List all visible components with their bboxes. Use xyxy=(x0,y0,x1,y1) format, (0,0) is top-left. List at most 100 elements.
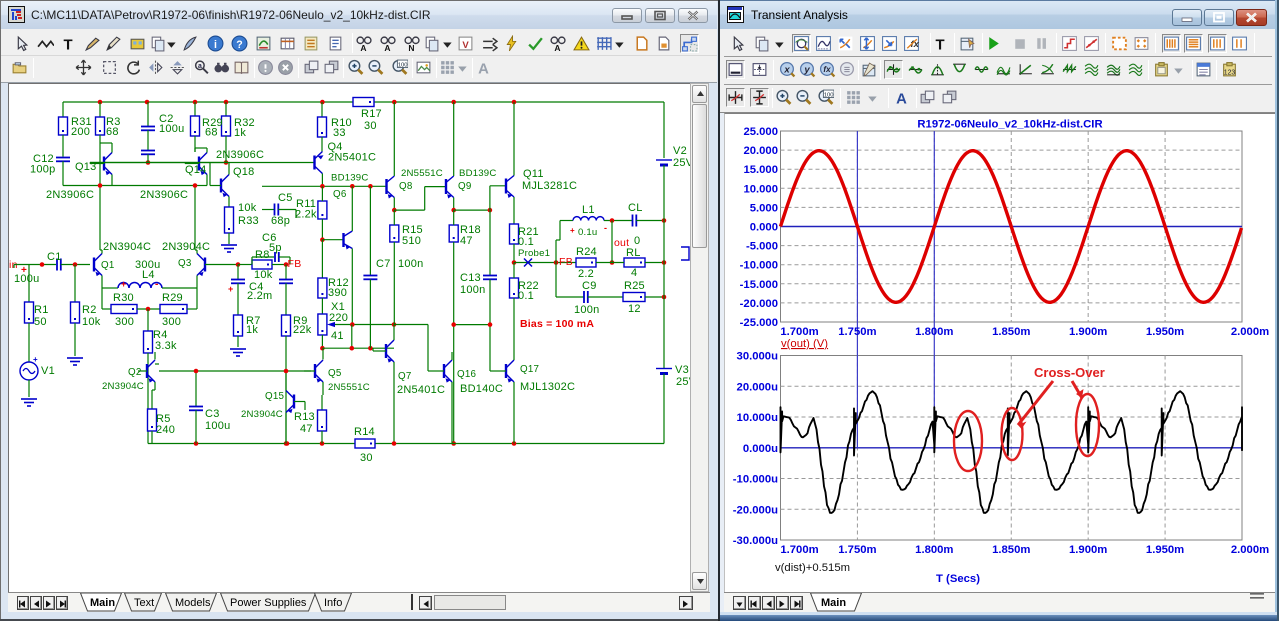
svg-text:30: 30 xyxy=(360,452,373,464)
svg-text:-5.000: -5.000 xyxy=(746,241,778,253)
svg-text:200: 200 xyxy=(71,126,90,138)
svg-text:1.950m: 1.950m xyxy=(1146,326,1184,338)
svg-text:Q18: Q18 xyxy=(233,166,255,178)
svg-text:R17: R17 xyxy=(361,108,382,120)
svg-text:47: 47 xyxy=(460,235,473,247)
svg-text:50: 50 xyxy=(34,316,47,328)
svg-text:1.900m: 1.900m xyxy=(1069,544,1107,556)
svg-text:-30.000u: -30.000u xyxy=(733,535,778,547)
svg-text:1.800m: 1.800m xyxy=(915,544,953,556)
svg-text:2N3906C: 2N3906C xyxy=(140,189,188,201)
svg-text:100u: 100u xyxy=(205,420,230,432)
svg-text:33: 33 xyxy=(333,127,346,139)
svg-text:2N5551C: 2N5551C xyxy=(401,168,443,179)
svg-text:R8: R8 xyxy=(255,249,270,261)
svg-text:2N3904C: 2N3904C xyxy=(102,381,144,392)
svg-text:240: 240 xyxy=(156,424,175,436)
svg-text:Q6: Q6 xyxy=(333,189,347,200)
svg-text:510: 510 xyxy=(402,235,421,247)
svg-text:2.000m: 2.000m xyxy=(1231,326,1269,338)
svg-text:2.000m: 2.000m xyxy=(1231,544,1269,556)
svg-text:1.750m: 1.750m xyxy=(838,544,876,556)
svg-text:390: 390 xyxy=(328,287,347,299)
svg-text:-10.000u: -10.000u xyxy=(733,474,778,486)
svg-text:10k: 10k xyxy=(82,316,101,328)
svg-text:0.1: 0.1 xyxy=(518,290,534,302)
svg-text:30: 30 xyxy=(364,120,377,132)
svg-text:1.700m: 1.700m xyxy=(780,544,818,556)
svg-text:10.000u: 10.000u xyxy=(737,412,779,424)
svg-text:100p: 100p xyxy=(30,164,55,176)
svg-text:C9: C9 xyxy=(582,280,597,292)
svg-text:68: 68 xyxy=(205,127,218,139)
svg-text:10k: 10k xyxy=(238,202,257,214)
svg-text:1.700m: 1.700m xyxy=(780,326,818,338)
svg-text:300: 300 xyxy=(115,316,134,328)
svg-text:5.000: 5.000 xyxy=(750,202,778,214)
svg-text:MJL1302C: MJL1302C xyxy=(520,381,575,393)
svg-text:R1: R1 xyxy=(34,304,49,316)
svg-text:100u: 100u xyxy=(14,273,39,285)
svg-text:-20.000: -20.000 xyxy=(740,298,778,310)
svg-text:2.2: 2.2 xyxy=(578,268,594,280)
svg-text:R25: R25 xyxy=(624,280,645,292)
svg-text:T (Secs): T (Secs) xyxy=(936,573,980,585)
svg-text:Cross-Over: Cross-Over xyxy=(1034,365,1105,380)
svg-text:-25.000: -25.000 xyxy=(740,317,778,329)
svg-text:+: + xyxy=(121,279,126,289)
svg-text:R13: R13 xyxy=(294,411,315,423)
svg-text:-10.000: -10.000 xyxy=(740,260,778,272)
svg-text:220: 220 xyxy=(329,312,348,324)
svg-text:12: 12 xyxy=(628,303,641,315)
svg-text:R24: R24 xyxy=(576,246,597,258)
svg-text:2N5401C: 2N5401C xyxy=(397,384,445,396)
svg-text:2.2k: 2.2k xyxy=(295,209,317,221)
svg-text:5p: 5p xyxy=(269,242,282,254)
svg-text:0.000: 0.000 xyxy=(750,222,778,234)
svg-text:20.000: 20.000 xyxy=(743,145,778,157)
svg-text:10k: 10k xyxy=(254,269,273,281)
svg-text:C3: C3 xyxy=(205,408,220,420)
svg-text:RL: RL xyxy=(626,247,641,259)
svg-text:L4: L4 xyxy=(142,269,155,281)
svg-text:2N3906C: 2N3906C xyxy=(46,189,94,201)
svg-text:R30: R30 xyxy=(113,292,134,304)
svg-text:V2: V2 xyxy=(673,145,687,157)
svg-text:Bias = 100 mA: Bias = 100 mA xyxy=(520,318,594,330)
svg-text:V1: V1 xyxy=(41,365,55,377)
svg-text:2N3906C: 2N3906C xyxy=(216,149,264,161)
svg-text:Q11: Q11 xyxy=(523,168,544,180)
svg-text:R33: R33 xyxy=(238,215,259,227)
svg-text:+: + xyxy=(33,355,38,364)
svg-text:100n: 100n xyxy=(574,304,599,316)
svg-text:Q5: Q5 xyxy=(328,368,342,379)
svg-text:-15.000: -15.000 xyxy=(740,279,778,291)
svg-text:Q1: Q1 xyxy=(101,260,114,271)
svg-text:0.1: 0.1 xyxy=(518,236,534,248)
svg-text:Q7: Q7 xyxy=(398,371,411,382)
svg-text:BD139C: BD139C xyxy=(459,168,496,179)
svg-text:1k: 1k xyxy=(246,324,258,336)
svg-text:C5: C5 xyxy=(278,192,293,204)
svg-text:R14: R14 xyxy=(354,426,375,438)
svg-text:MJL3281C: MJL3281C xyxy=(522,180,577,192)
svg-text:V3: V3 xyxy=(675,364,689,376)
svg-text:1.950m: 1.950m xyxy=(1146,544,1184,556)
svg-text:1k: 1k xyxy=(234,127,246,139)
svg-text:CL: CL xyxy=(628,202,643,214)
svg-text:100u: 100u xyxy=(159,123,184,135)
svg-text:v(dist)+0.515m: v(dist)+0.515m xyxy=(775,562,850,574)
svg-text:1.750m: 1.750m xyxy=(838,326,876,338)
svg-text:100n: 100n xyxy=(398,258,423,270)
svg-text:30.000u: 30.000u xyxy=(737,351,779,363)
svg-text:10.000: 10.000 xyxy=(743,183,778,195)
svg-text:L1: L1 xyxy=(582,204,595,216)
svg-text:2N3904C: 2N3904C xyxy=(162,241,210,253)
svg-text:+: + xyxy=(570,226,575,235)
svg-text:Q14: Q14 xyxy=(185,164,207,176)
svg-text:2N3904C: 2N3904C xyxy=(103,241,151,253)
svg-text:R29: R29 xyxy=(162,292,183,304)
svg-text:2N5551C: 2N5551C xyxy=(328,382,370,393)
svg-text:68p: 68p xyxy=(271,215,290,227)
svg-text:FB: FB xyxy=(288,258,302,270)
